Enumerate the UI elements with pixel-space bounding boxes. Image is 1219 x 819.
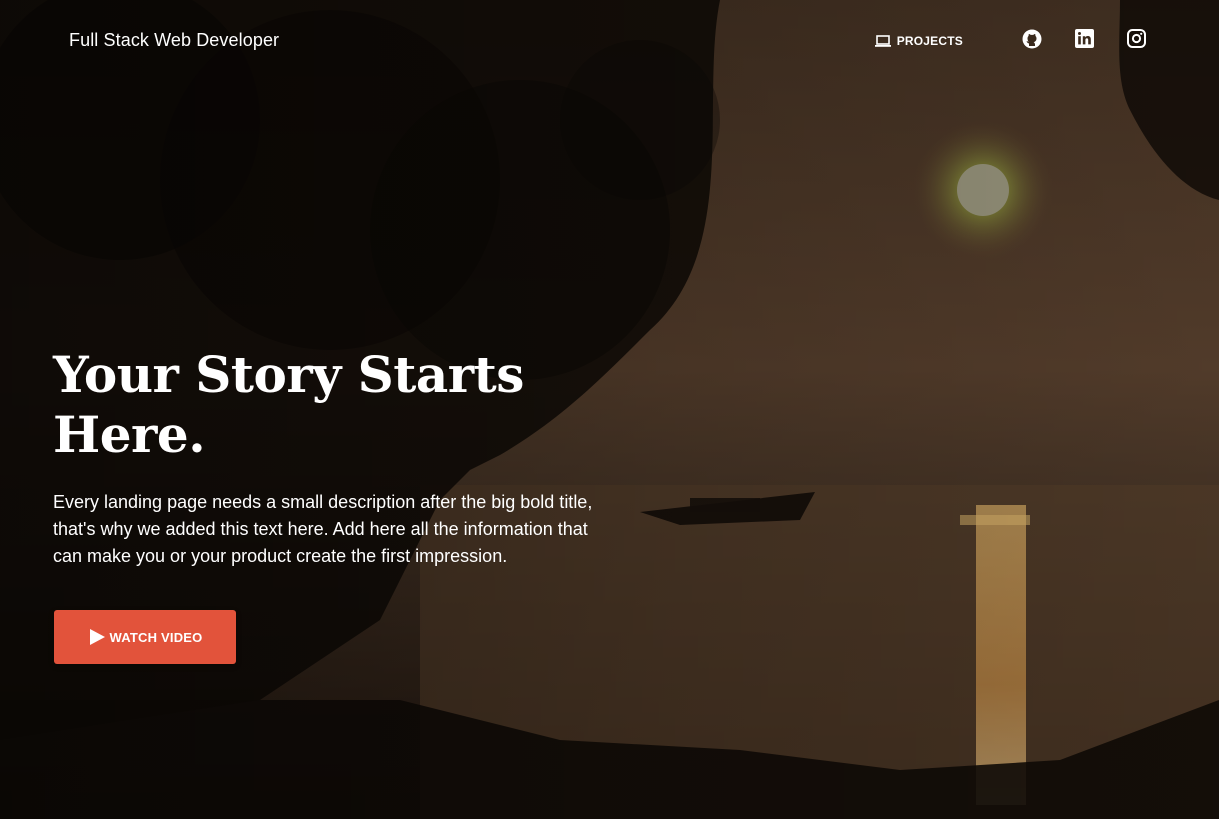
watch-video-label: WATCH VIDEO	[109, 629, 203, 645]
nav-right: PROJECTS	[874, 28, 1147, 54]
navbar: Full Stack Web Developer PROJECTS	[0, 0, 1219, 82]
projects-link[interactable]: PROJECTS	[874, 34, 963, 48]
play-icon	[88, 628, 106, 646]
hero-section: Full Stack Web Developer PROJECTS Your S…	[0, 0, 1219, 819]
hero-description: Every landing page needs a small descrip…	[53, 492, 593, 566]
laptop-icon	[874, 34, 892, 48]
hero-content: Your Story Starts Here. Every landing pa…	[53, 345, 613, 570]
linkedin-link[interactable]	[1073, 29, 1095, 53]
github-icon	[1022, 29, 1042, 54]
brand-link[interactable]: Full Stack Web Developer	[69, 30, 279, 51]
watch-video-button[interactable]: WATCH VIDEO	[54, 610, 236, 664]
linkedin-icon	[1074, 29, 1094, 53]
github-link[interactable]	[1021, 29, 1043, 54]
instagram-link[interactable]	[1125, 29, 1147, 53]
projects-label: PROJECTS	[896, 34, 963, 48]
instagram-icon	[1126, 29, 1146, 53]
hero-title: Your Story Starts Here.	[53, 345, 524, 464]
